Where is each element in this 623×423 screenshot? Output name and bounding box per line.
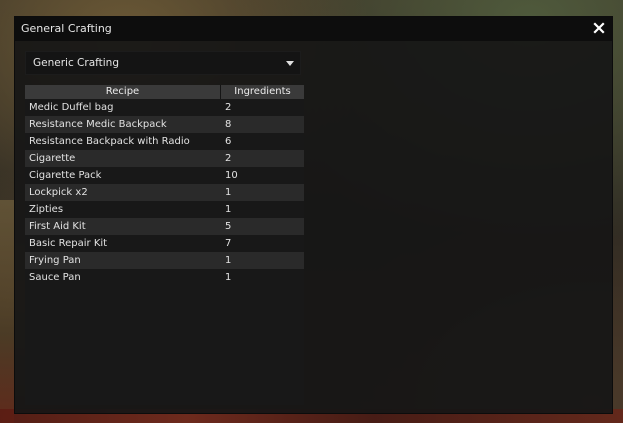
table-row[interactable]: Basic Repair Kit 7 (25, 235, 304, 252)
ingredient-count: 8 (225, 119, 232, 130)
table-row[interactable]: Frying Pan 1 (25, 252, 304, 269)
recipe-name: Lockpick x2 (29, 187, 88, 198)
close-button[interactable] (590, 19, 608, 37)
table-row[interactable]: Sauce Pan 1 (25, 269, 304, 286)
recipe-name: First Aid Kit (29, 221, 86, 232)
recipe-name: Cigarette Pack (29, 170, 102, 181)
ingredient-count: 5 (225, 221, 232, 232)
recipe-name: Zipties (29, 204, 64, 215)
table-body: Medic Duffel bag 2 Resistance Medic Backpa… (25, 99, 304, 286)
table-row[interactable]: Medic Duffel bag 2 (25, 99, 304, 116)
recipe-name: Sauce Pan (29, 272, 81, 283)
recipe-name: Medic Duffel bag (29, 102, 114, 113)
game-background-left (0, 200, 14, 423)
ingredient-count: 1 (225, 187, 232, 198)
column-header-ingredients[interactable]: Ingredients (221, 85, 304, 99)
category-dropdown-value: Generic Crafting (33, 57, 120, 69)
recipe-name: Cigarette (29, 153, 76, 164)
ingredient-count: 1 (225, 204, 232, 215)
table-row[interactable]: Zipties 1 (25, 201, 304, 218)
table-row[interactable]: Lockpick x2 1 (25, 184, 304, 201)
ingredient-count: 6 (225, 136, 232, 147)
ingredient-count: 10 (225, 170, 238, 181)
recipe-name: Resistance Backpack with Radio (29, 136, 190, 147)
table-row[interactable]: Resistance Medic Backpack 8 (25, 116, 304, 133)
close-icon (593, 22, 605, 34)
recipe-name: Resistance Medic Backpack (29, 119, 167, 130)
title-bar[interactable]: General Crafting (15, 17, 612, 41)
table-row[interactable]: First Aid Kit 5 (25, 218, 304, 235)
ingredient-count: 2 (225, 153, 232, 164)
recipe-name: Basic Repair Kit (29, 238, 108, 249)
recipe-table: Recipe Ingredients Medic Duffel bag 2 Resi… (25, 85, 304, 405)
ingredient-count: 2 (225, 102, 232, 113)
table-header: Recipe Ingredients (25, 85, 304, 99)
table-row[interactable]: Cigarette 2 (25, 150, 304, 167)
recipe-name: Frying Pan (29, 255, 81, 266)
ingredient-count: 7 (225, 238, 232, 249)
triangle-down-icon (286, 61, 294, 66)
table-row[interactable]: Cigarette Pack 10 (25, 167, 304, 184)
column-header-recipe[interactable]: Recipe (25, 85, 221, 99)
table-row[interactable]: Resistance Backpack with Radio 6 (25, 133, 304, 150)
crafting-window: General Crafting Generic Crafting Recipe… (14, 16, 613, 414)
ingredient-count: 1 (225, 272, 232, 283)
ingredient-count: 1 (225, 255, 232, 266)
category-dropdown[interactable]: Generic Crafting (25, 51, 301, 75)
window-title: General Crafting (21, 22, 112, 35)
